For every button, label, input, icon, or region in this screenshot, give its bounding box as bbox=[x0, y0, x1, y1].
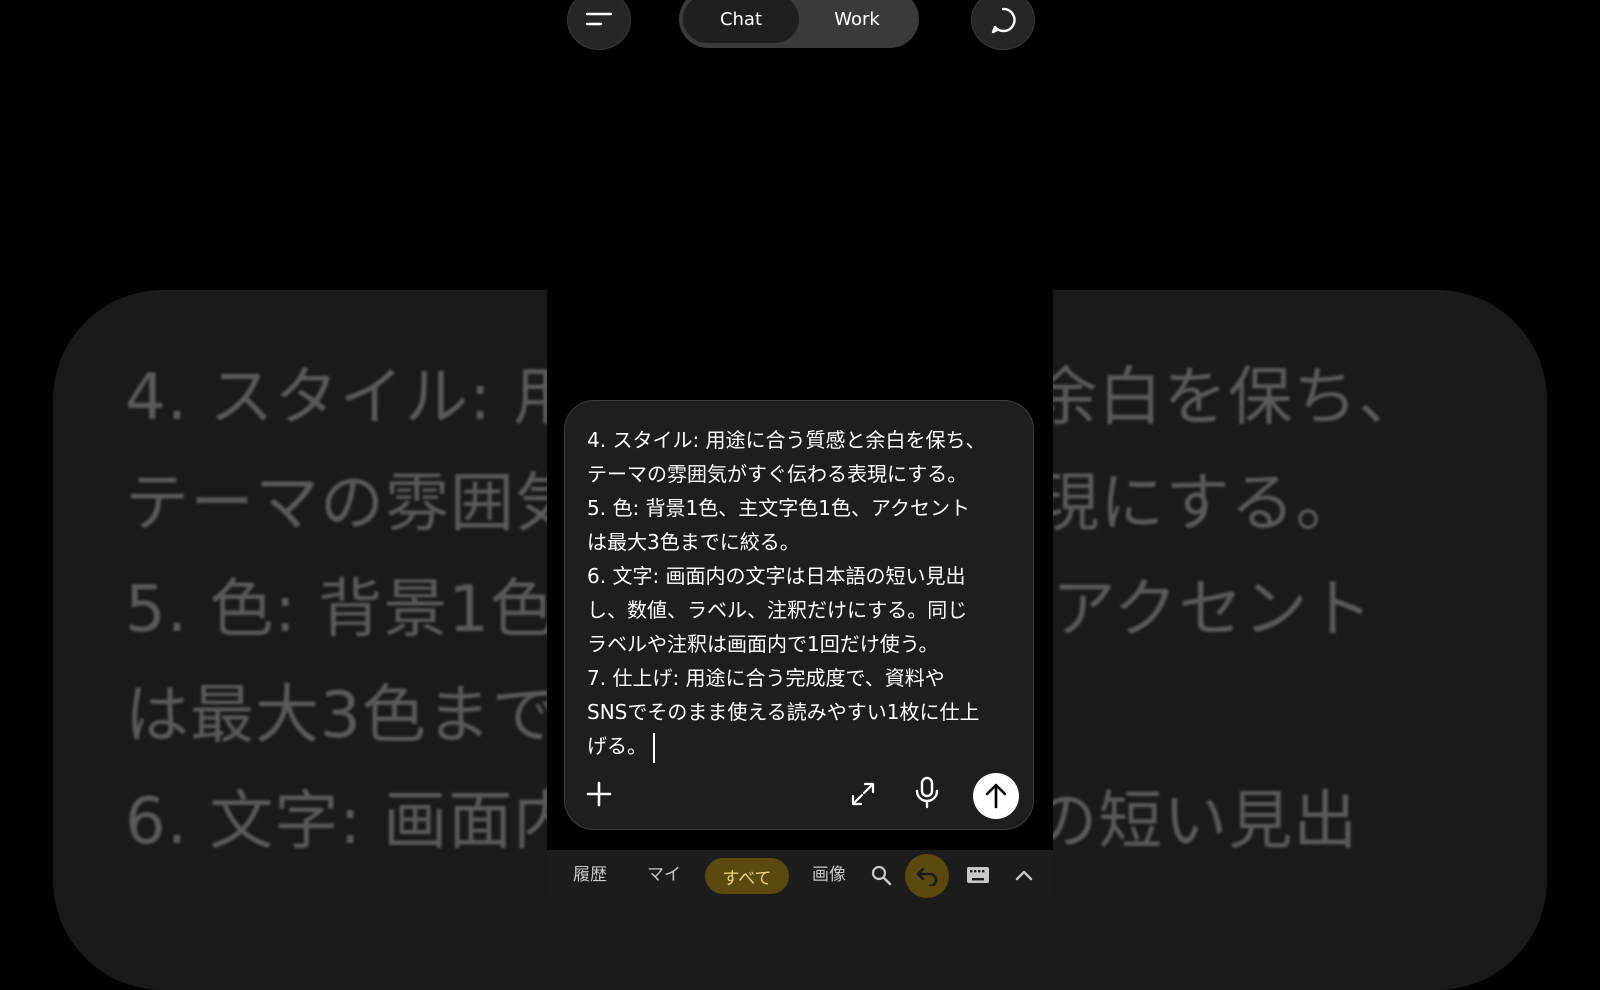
kb-image[interactable]: 画像 bbox=[812, 860, 846, 885]
microphone-icon bbox=[915, 776, 939, 809]
kb-collapse-button[interactable] bbox=[1013, 864, 1035, 886]
voice-input-button[interactable] bbox=[909, 773, 945, 813]
plus-icon bbox=[586, 781, 612, 807]
kb-history[interactable]: 履歴 bbox=[573, 860, 607, 885]
kb-search-button[interactable] bbox=[869, 863, 893, 887]
menu-button[interactable] bbox=[567, 0, 631, 50]
search-icon bbox=[871, 865, 892, 886]
menu-icon bbox=[585, 12, 613, 26]
composer-text: 4. スタイル: 用途に合う質感と余白を保ち、 テーマの雰囲気がすぐ伝わる表現に… bbox=[587, 428, 986, 758]
add-attachment-button[interactable] bbox=[581, 776, 617, 812]
arrow-up-icon bbox=[985, 783, 1007, 809]
kb-my[interactable]: マイ bbox=[647, 860, 681, 885]
tab-work[interactable]: Work bbox=[799, 0, 915, 43]
composer-input[interactable]: 4. スタイル: 用途に合う質感と余白を保ち、 テーマの雰囲気がすぐ伝わる表現に… bbox=[587, 423, 1017, 763]
expand-button[interactable] bbox=[845, 776, 881, 812]
chevron-up-icon bbox=[1015, 870, 1033, 881]
send-button[interactable] bbox=[973, 773, 1019, 819]
kb-keyboard-button[interactable] bbox=[965, 864, 991, 886]
mode-switch: Chat Work bbox=[679, 0, 919, 48]
kb-all-pill[interactable]: すべて bbox=[705, 858, 789, 894]
keyboard-candidate-bar: 履歴 マイ すべて 画像 bbox=[547, 850, 1053, 900]
text-caret bbox=[653, 732, 655, 763]
chat-bubble-icon bbox=[991, 7, 1016, 34]
message-composer[interactable]: 4. スタイル: 用途に合う質感と余白を保ち、 テーマの雰囲気がすぐ伝わる表現に… bbox=[564, 400, 1034, 830]
undo-icon bbox=[916, 867, 938, 886]
phone-screen: Chat Work 4. スタイル: 用途に合う質感と余白を保ち、 テーマの雰囲… bbox=[547, 0, 1053, 900]
new-chat-button[interactable] bbox=[971, 0, 1035, 50]
kb-undo-button[interactable] bbox=[905, 854, 949, 898]
keyboard-icon bbox=[967, 867, 989, 883]
tab-chat[interactable]: Chat bbox=[683, 0, 799, 43]
expand-icon bbox=[851, 782, 875, 806]
